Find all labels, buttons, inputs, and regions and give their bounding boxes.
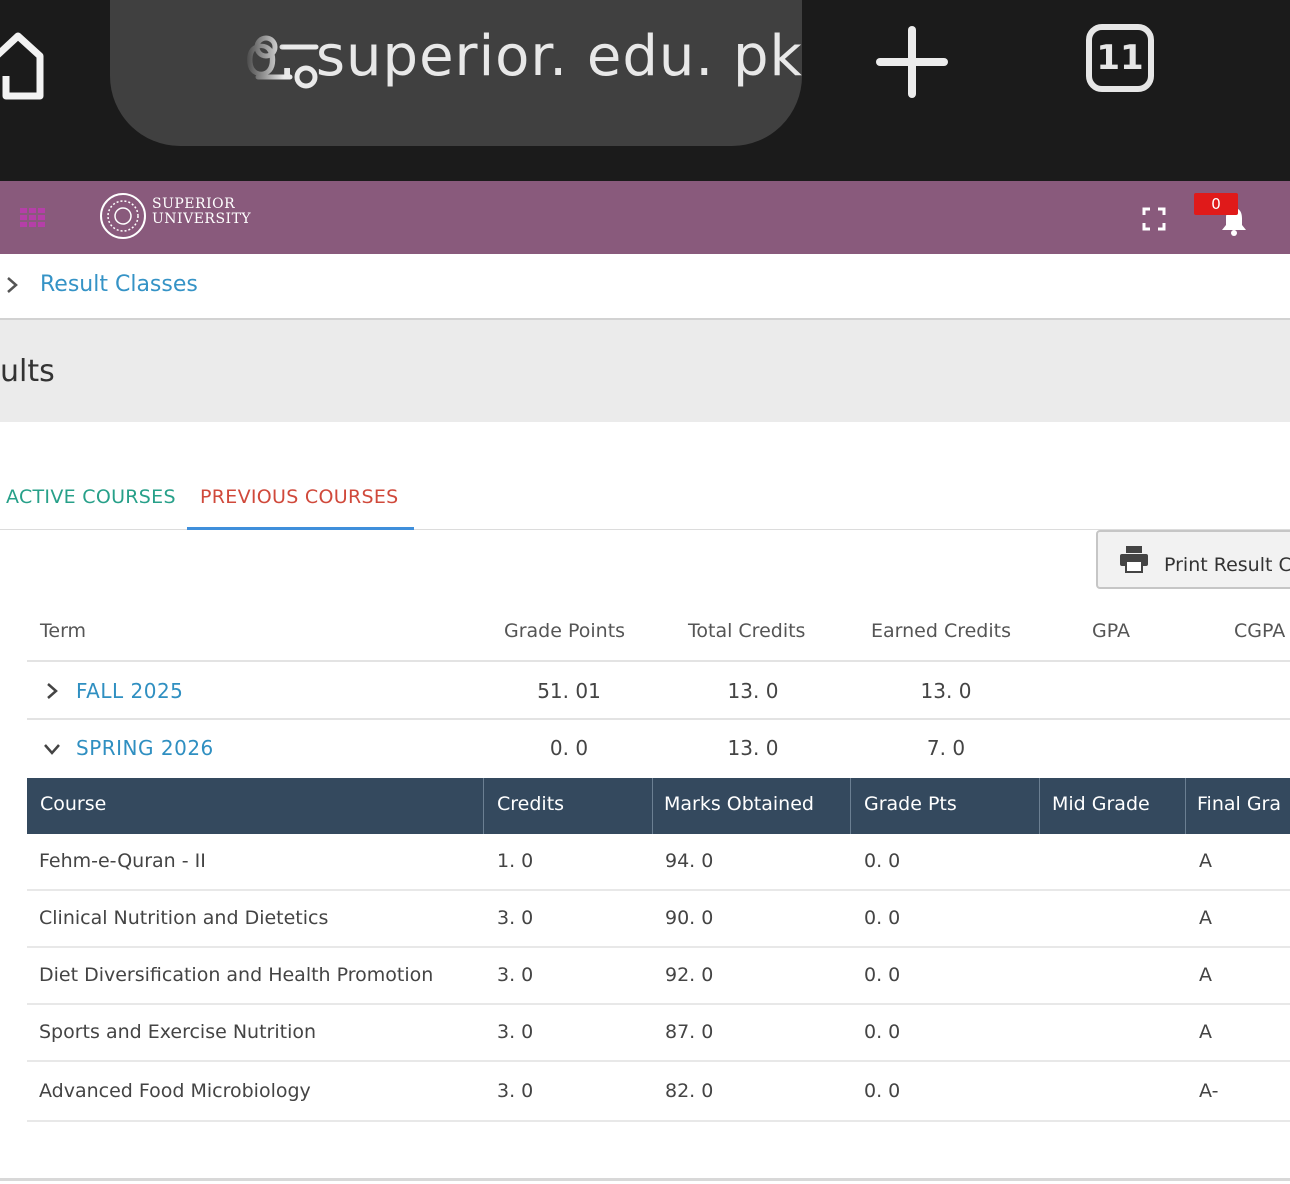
course-final-grade: A xyxy=(1199,1021,1212,1043)
app-header: SUPERIOR UNIVERSITY 0 xyxy=(0,181,1290,254)
tab-previous-courses[interactable]: PREVIOUS COURSES xyxy=(200,486,398,508)
term-earned-credits: 13. 0 xyxy=(920,679,972,703)
term-total-credits: 13. 0 xyxy=(727,736,779,760)
home-icon[interactable] xyxy=(0,22,46,102)
course-grade-pts: 0. 0 xyxy=(864,850,901,872)
column-header-grade-pts: Grade Pts xyxy=(864,793,957,815)
university-logo-text: SUPERIOR UNIVERSITY xyxy=(152,196,252,227)
table-row: Diet Diversification and Health Promotio… xyxy=(27,948,1290,1005)
column-header-term: Term xyxy=(40,620,87,642)
course-credits: 3. 0 xyxy=(497,907,534,929)
chevron-down-icon[interactable] xyxy=(43,740,61,758)
column-separator xyxy=(483,778,484,834)
url-text[interactable]: o. superior. edu. pk xyxy=(244,24,803,89)
course-marks: 82. 0 xyxy=(665,1080,714,1102)
term-grade-points: 51. 01 xyxy=(537,679,601,703)
column-separator xyxy=(850,778,851,834)
notifications-button[interactable]: 0 xyxy=(1194,193,1256,241)
column-header-total-credits: Total Credits xyxy=(688,620,806,642)
course-final-grade: A- xyxy=(1199,1080,1219,1102)
course-name: Sports and Exercise Nutrition xyxy=(39,1021,317,1043)
chevron-right-icon[interactable] xyxy=(43,682,61,700)
column-header-grade-points: Grade Points xyxy=(504,620,626,642)
course-name: Fehm-e-Quran - II xyxy=(39,850,206,872)
page-title-bar: ults xyxy=(0,320,1290,422)
breadcrumb: Result Classes xyxy=(0,254,1290,321)
table-row: Sports and Exercise Nutrition 3. 0 87. 0… xyxy=(27,1005,1290,1062)
breadcrumb-result-classes-link[interactable]: Result Classes xyxy=(40,272,198,297)
table-row: Fehm-e-Quran - II 1. 0 94. 0 0. 0 A xyxy=(27,834,1290,891)
print-result-button[interactable]: Print Result C xyxy=(1096,530,1290,589)
course-credits: 3. 0 xyxy=(497,964,534,986)
table-row: Clinical Nutrition and Dietetics 3. 0 90… xyxy=(27,891,1290,948)
fullscreen-icon[interactable] xyxy=(1142,207,1166,231)
content-bottom-border xyxy=(0,1178,1290,1181)
course-final-grade: A xyxy=(1199,850,1212,872)
term-name[interactable]: SPRING 2026 xyxy=(76,736,214,760)
url-fade xyxy=(244,20,284,100)
column-header-marks-obtained: Marks Obtained xyxy=(664,793,814,815)
course-marks: 94. 0 xyxy=(665,850,714,872)
column-header-credits: Credits xyxy=(497,793,565,815)
course-final-grade: A xyxy=(1199,964,1212,986)
column-separator xyxy=(1039,778,1040,834)
column-header-earned-credits: Earned Credits xyxy=(871,620,1011,642)
tab-selected-indicator xyxy=(187,527,414,530)
term-grade-points: 0. 0 xyxy=(549,736,589,760)
course-grade-pts: 0. 0 xyxy=(864,1021,901,1043)
university-logo-icon xyxy=(100,193,146,239)
term-row-fall-2025[interactable]: FALL 2025 51. 01 13. 0 13. 0 xyxy=(27,663,1290,719)
column-header-cgpa: CGPA xyxy=(1234,620,1286,642)
course-final-grade: A xyxy=(1199,907,1212,929)
column-separator xyxy=(1185,778,1186,834)
term-total-credits: 13. 0 xyxy=(727,679,779,703)
summary-header-divider xyxy=(27,660,1290,662)
term-name[interactable]: FALL 2025 xyxy=(76,679,183,703)
new-tab-icon[interactable] xyxy=(876,26,948,98)
course-table-header: Course Credits Marks Obtained Grade Pts … xyxy=(27,778,1290,834)
print-result-label: Print Result C xyxy=(1164,554,1290,576)
course-marks: 90. 0 xyxy=(665,907,714,929)
apps-grid-icon[interactable] xyxy=(20,208,46,228)
printer-icon xyxy=(1120,546,1148,573)
column-header-final-grade: Final Gra xyxy=(1197,793,1282,815)
browser-toolbar: o. superior. edu. pk 11 xyxy=(0,0,1290,181)
course-grade-pts: 0. 0 xyxy=(864,907,901,929)
term-earned-credits: 7. 0 xyxy=(926,736,966,760)
column-header-gpa: GPA xyxy=(1092,620,1130,642)
course-grade-pts: 0. 0 xyxy=(864,1080,901,1102)
course-marks: 92. 0 xyxy=(665,964,714,986)
column-separator xyxy=(652,778,653,834)
column-header-course: Course xyxy=(40,793,107,815)
course-name: Diet Diversification and Health Promotio… xyxy=(39,964,434,986)
course-credits: 3. 0 xyxy=(497,1021,534,1043)
course-marks: 87. 0 xyxy=(665,1021,714,1043)
chevron-right-icon xyxy=(7,277,18,293)
table-row: Advanced Food Microbiology 3. 0 82. 0 0.… xyxy=(27,1062,1290,1122)
course-credits: 1. 0 xyxy=(497,850,534,872)
tab-switcher-button[interactable]: 11 xyxy=(1086,24,1154,92)
course-credits: 3. 0 xyxy=(497,1080,534,1102)
term-row-spring-2026[interactable]: SPRING 2026 0. 0 13. 0 7. 0 xyxy=(27,720,1290,776)
tab-active-courses[interactable]: ACTIVE COURSES xyxy=(6,486,176,508)
notification-count-badge: 0 xyxy=(1194,193,1238,215)
course-name: Advanced Food Microbiology xyxy=(39,1080,311,1102)
course-name: Clinical Nutrition and Dietetics xyxy=(39,907,329,929)
course-grade-pts: 0. 0 xyxy=(864,964,901,986)
page-title: ults xyxy=(0,354,55,389)
column-header-mid-grade: Mid Grade xyxy=(1052,793,1150,815)
